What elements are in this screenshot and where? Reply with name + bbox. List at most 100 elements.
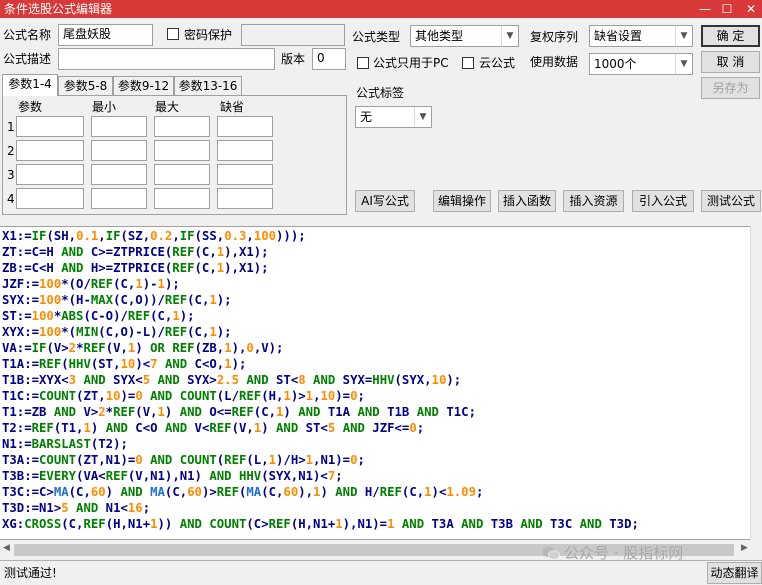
- code-line: JZF:=100*(O/REF(C,1)-1);: [2, 276, 639, 292]
- code-token: EVERY: [39, 469, 77, 483]
- fq-select[interactable]: 缺省设置 ▼: [589, 25, 693, 47]
- tab-params-1-4[interactable]: 参数1-4: [2, 74, 58, 96]
- code-token: AND: [520, 517, 543, 531]
- code-token: T1B:=XYX<: [2, 373, 69, 387]
- translate-button[interactable]: 动态翻译: [707, 562, 762, 584]
- code-token: ): [105, 485, 121, 499]
- code-line: T1C:=COUNT(ZT,10)=0 AND COUNT(L/REF(H,1)…: [2, 388, 639, 404]
- edit-ops-button[interactable]: 编辑操作: [433, 190, 491, 212]
- title-bar: 条件选股公式编辑器 — ☐ ✕: [0, 0, 762, 18]
- code-token: 60: [283, 485, 299, 499]
- close-icon[interactable]: ✕: [740, 0, 762, 18]
- code-token: (C,: [261, 485, 284, 499]
- code-token: C>=ZTPRICE(: [83, 245, 173, 259]
- code-token: (VA<: [76, 469, 106, 483]
- version-input[interactable]: 0: [312, 48, 346, 70]
- insert-function-button[interactable]: 插入函数: [498, 190, 556, 212]
- code-token: JZF:=: [2, 277, 40, 291]
- code-token: (H,N1+: [105, 517, 151, 531]
- formula-desc-label: 公式描述: [3, 52, 52, 66]
- scroll-left-icon[interactable]: ◀: [3, 543, 10, 553]
- param-1-max-input[interactable]: [154, 116, 210, 137]
- code-token: (C,: [187, 293, 210, 307]
- password-input[interactable]: [241, 24, 345, 46]
- param-1-name-input[interactable]: [16, 116, 84, 137]
- version-label: 版本: [281, 52, 306, 66]
- code-token: V<: [187, 421, 210, 435]
- code-token: VA:=: [2, 341, 32, 355]
- code-line: VA:=IF(V>2*REF(V,1) OR REF(ZB,1),0,V);: [2, 340, 639, 356]
- param-4-min-input[interactable]: [91, 188, 147, 209]
- code-token: 3: [68, 373, 77, 387]
- scroll-right-icon[interactable]: ▶: [741, 543, 748, 553]
- param-3-max-input[interactable]: [154, 164, 210, 185]
- code-token: REF: [31, 421, 54, 435]
- code-token: 0: [350, 389, 358, 403]
- param-3-default-input[interactable]: [217, 164, 273, 185]
- code-token: SYX=: [335, 373, 373, 387]
- param-4-name-input[interactable]: [16, 188, 84, 209]
- code-token: );: [216, 293, 232, 307]
- tag-select[interactable]: 无 ▼: [355, 106, 432, 128]
- import-formula-button[interactable]: 引入公式: [632, 190, 694, 212]
- code-token: ): [164, 405, 180, 419]
- param-1-min-input[interactable]: [91, 116, 147, 137]
- code-token: 2.5: [216, 373, 239, 387]
- data-label: 使用数据: [530, 55, 579, 69]
- code-token: (C>: [246, 517, 269, 531]
- tab-params-9-12[interactable]: 参数9-12: [113, 76, 174, 96]
- code-token: MA: [53, 485, 69, 499]
- tab-params-13-16[interactable]: 参数13-16: [174, 76, 242, 96]
- tag-value: 无: [360, 110, 373, 124]
- ok-button[interactable]: 确 定: [701, 25, 760, 47]
- maximize-icon[interactable]: ☐: [716, 0, 738, 18]
- ai-write-button[interactable]: AI写公式: [355, 190, 415, 212]
- cancel-button[interactable]: 取 消: [701, 51, 760, 73]
- cloud-checkbox[interactable]: [462, 57, 474, 69]
- code-token: AND: [357, 405, 380, 419]
- code-token: AND: [61, 261, 84, 275]
- tab-params-5-8[interactable]: 参数5-8: [58, 76, 113, 96]
- code-token: )): [157, 517, 180, 531]
- code-token: *(H-: [61, 293, 91, 307]
- param-row-number: 2: [7, 144, 15, 158]
- insert-resource-button[interactable]: 插入资源: [563, 190, 624, 212]
- param-2-max-input[interactable]: [154, 140, 210, 161]
- code-editor[interactable]: X1:=IF(SH,0.1,IF(SZ,0.2,IF(SS,0.3,100)))…: [0, 226, 750, 540]
- code-token: XYX:=: [2, 325, 40, 339]
- password-checkbox[interactable]: [167, 28, 179, 40]
- code-token: AND: [83, 373, 106, 387]
- code-token: (: [61, 357, 69, 371]
- param-2-min-input[interactable]: [91, 140, 147, 161]
- code-token: N1<: [98, 501, 128, 515]
- test-formula-button[interactable]: 测试公式: [701, 190, 761, 212]
- code-token: (SH,: [46, 229, 77, 243]
- code-token: REF: [105, 469, 128, 483]
- param-3-min-input[interactable]: [91, 164, 147, 185]
- code-token: MA: [150, 485, 165, 499]
- code-token: T1C;: [438, 405, 476, 419]
- formula-type-select[interactable]: 其他类型 ▼: [410, 25, 519, 47]
- wechat-icon: [542, 546, 560, 560]
- param-3-name-input[interactable]: [16, 164, 84, 185]
- pc-only-checkbox[interactable]: [357, 57, 369, 69]
- data-select[interactable]: 1000个 ▼: [589, 53, 693, 75]
- formula-desc-input[interactable]: [58, 48, 275, 70]
- code-token: AND: [150, 453, 173, 467]
- param-1-default-input[interactable]: [217, 116, 273, 137]
- param-4-default-input[interactable]: [217, 188, 273, 209]
- code-token: AND: [342, 421, 365, 435]
- code-token: (V,: [135, 405, 158, 419]
- code-token: 10: [320, 389, 336, 403]
- minimize-icon[interactable]: —: [694, 0, 716, 18]
- save-as-button[interactable]: 另存为: [701, 77, 760, 99]
- param-2-default-input[interactable]: [217, 140, 273, 161]
- code-token: 1: [150, 517, 158, 531]
- param-4-max-input[interactable]: [154, 188, 210, 209]
- formula-name-input[interactable]: 尾盘妖股: [58, 24, 153, 46]
- code-token: T1A: [320, 405, 358, 419]
- param-2-name-input[interactable]: [16, 140, 84, 161]
- vertical-scrollbar[interactable]: [750, 226, 762, 540]
